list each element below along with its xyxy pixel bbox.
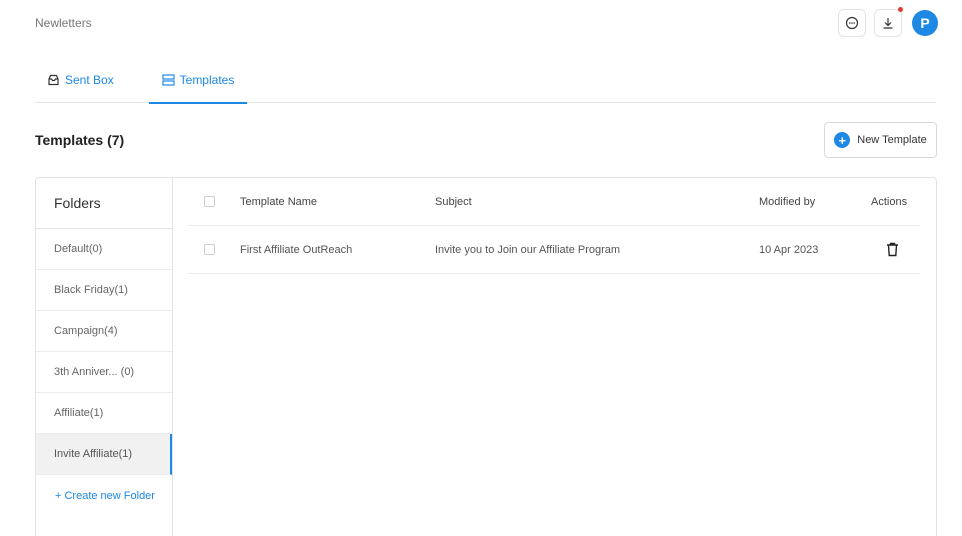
new-template-button[interactable]: + New Template — [824, 122, 937, 158]
folder-item-invite-affiliate[interactable]: Invite Affiliate(1) — [36, 434, 172, 475]
column-header-subject[interactable]: Subject — [435, 178, 472, 225]
template-name[interactable]: First Affiliate OutReach — [240, 226, 352, 273]
table-row[interactable]: First Affiliate OutReach Invite you to J… — [188, 226, 920, 274]
section-title: Templates (7) — [35, 132, 125, 148]
create-folder-link[interactable]: + Create new Folder — [36, 475, 172, 516]
folder-item-anniversary[interactable]: 3th Anniver... (0) — [36, 352, 172, 393]
avatar[interactable]: P — [912, 10, 938, 36]
inbox-icon — [48, 74, 59, 86]
page-title: Newletters — [35, 16, 92, 30]
plus-icon: + — [834, 132, 851, 148]
select-all-checkbox[interactable] — [204, 196, 215, 207]
tab-sent-box[interactable]: Sent Box — [47, 57, 114, 103]
templates-table: Template Name Subject Modified by Action… — [188, 178, 920, 274]
top-toolbar: P — [838, 7, 938, 37]
chat-button[interactable] — [838, 9, 866, 37]
row-select-cell — [204, 226, 215, 273]
download-icon — [883, 18, 893, 29]
row-checkbox[interactable] — [204, 244, 215, 255]
templates-panel: Folders Default(0) Black Friday(1) Campa… — [35, 177, 937, 536]
trash-icon — [887, 242, 898, 257]
tab-bar: Sent Box Templates — [35, 57, 936, 104]
chat-icon — [845, 16, 859, 30]
column-header-modified[interactable]: Modified by — [759, 178, 815, 225]
template-icon — [162, 73, 175, 86]
delete-button[interactable] — [886, 226, 899, 273]
folders-sidebar: Folders Default(0) Black Friday(1) Campa… — [36, 178, 173, 536]
select-all-cell — [204, 178, 215, 225]
folder-item-affiliate[interactable]: Affiliate(1) — [36, 393, 172, 434]
table-header-row: Template Name Subject Modified by Action… — [188, 178, 920, 226]
tab-templates[interactable]: Templates — [149, 57, 247, 104]
column-header-actions: Actions — [871, 195, 908, 208]
folders-header: Folders — [36, 178, 172, 229]
tab-templates-label: Templates — [179, 72, 235, 87]
template-subject: Invite you to Join our Affiliate Program — [435, 243, 621, 256]
new-template-label: New Template — [857, 134, 927, 146]
template-modified: 10 Apr 2023 — [759, 243, 819, 256]
folder-item-black-friday[interactable]: Black Friday(1) — [36, 270, 172, 311]
folder-item-default[interactable]: Default(0) — [36, 229, 172, 270]
folder-item-campaign[interactable]: Campaign(4) — [36, 311, 172, 352]
column-header-name[interactable]: Template Name — [240, 178, 317, 225]
tab-sent-box-label: Sent Box — [65, 73, 114, 87]
download-button[interactable] — [874, 7, 903, 37]
notification-dot — [898, 7, 903, 12]
